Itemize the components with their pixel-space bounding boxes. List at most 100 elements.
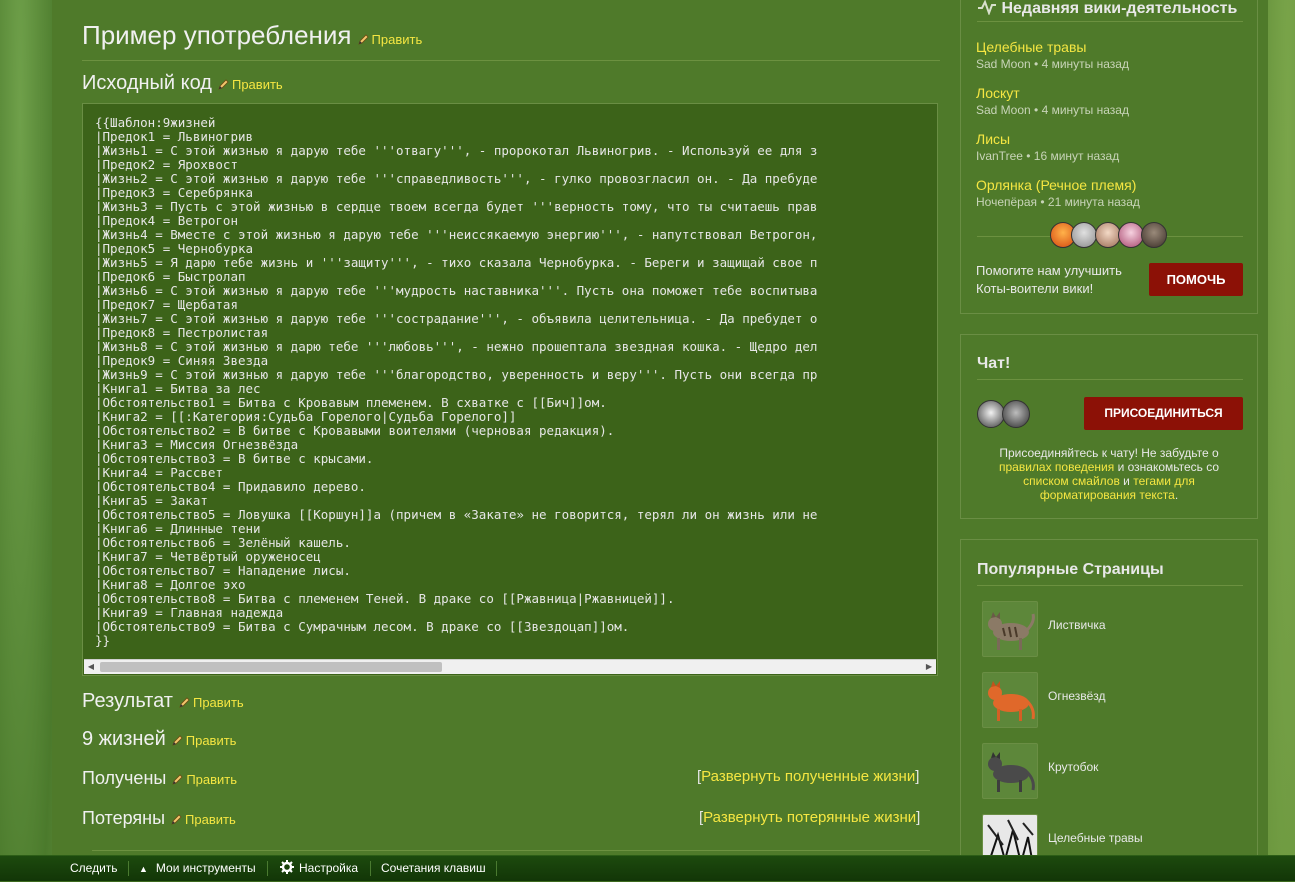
popular-thumbnail[interactable] [982, 672, 1038, 728]
bracket: ] [915, 768, 920, 785]
avatar[interactable] [1071, 222, 1097, 248]
my-tools-label: Мои инструменты [155, 861, 256, 875]
chat-user-avatar[interactable] [1002, 400, 1030, 428]
toolbar-separator [370, 861, 371, 876]
gear-icon [280, 860, 294, 874]
smileys-link[interactable]: списком смайлов [1023, 474, 1120, 488]
chat-title: Чат! [977, 355, 1011, 372]
module-divider [977, 379, 1243, 380]
code-line: |Книга8 = Долгое эхо [95, 578, 246, 592]
code-lines: {{Шаблон:9жизней |Предок1 = Львиногрив |Жи… [95, 116, 935, 661]
popular-page-link[interactable]: Листвичка [1048, 618, 1106, 632]
popular-title: Популярные Страницы [977, 561, 1164, 578]
edit-link[interactable]: Править [179, 695, 244, 710]
expand-lost-link[interactable]: Развернуть потерянные жизни [703, 809, 916, 826]
activity-item-link[interactable]: Лоскут [976, 85, 1020, 101]
pencil-icon [179, 697, 190, 708]
section-heading-result: Результат Править [82, 690, 244, 713]
code-line: |Жизнь5 = Я дарю тебе жизнь и '''защиту'… [95, 256, 818, 270]
chat-desc-text: Присоединяйтесь к чату! Не забудьте о [999, 446, 1219, 460]
help-button[interactable]: ПОМОЧЬ [1149, 263, 1243, 296]
activity-item-link[interactable]: Целебные травы [976, 39, 1086, 55]
toolbar-separator [267, 861, 268, 876]
scrollbar-thumb[interactable] [100, 662, 442, 672]
code-line: |Предок3 = Серебрянка [95, 186, 254, 200]
code-line: |Жизнь1 = С этой жизнью я дарую тебе '''… [95, 144, 818, 158]
section-heading-lost: Потеряны Править [82, 808, 236, 829]
code-line: }} [95, 634, 111, 648]
section-heading-received: Получены Править [82, 768, 237, 789]
popular-page-link[interactable]: Крутобок [1048, 760, 1098, 774]
code-line: |Предок8 = Пестролистая [95, 326, 269, 340]
edit-label: Править [186, 772, 238, 787]
popular-thumbnail[interactable] [982, 743, 1038, 799]
keyboard-shortcuts-button[interactable]: Сочетания клавиш [381, 856, 486, 881]
code-line: |Предок6 = Быстролап [95, 270, 246, 284]
section-title: Потеряны [82, 808, 166, 828]
code-line: |Жизнь9 = С этой жизнью я дарую тебе '''… [95, 368, 818, 382]
code-line: |Обстоятельство9 = Битва с Сумрачным лес… [95, 620, 630, 634]
rules-link[interactable]: правилах поведения [999, 460, 1114, 474]
module-divider [977, 585, 1243, 586]
expand-received-link[interactable]: Развернуть полученные жизни [701, 768, 915, 785]
chat-user-avatar[interactable] [977, 400, 1005, 428]
code-line: |Жизнь3 = Пусть с этой жизнью в сердце т… [95, 200, 818, 214]
code-line: |Обстоятельство8 = Битва с племенем Тене… [95, 592, 675, 606]
edit-label: Править [371, 32, 423, 47]
activity-item-meta: Sad Moon • 4 минуты назад [976, 57, 1129, 71]
pencil-icon [172, 774, 183, 785]
code-line: |Предок5 = Чернобурка [95, 242, 254, 256]
edit-link[interactable]: Править [172, 733, 236, 748]
chat-desc-text: и [1119, 474, 1134, 488]
forest-background-right [1268, 0, 1295, 880]
edit-link[interactable]: Править [357, 32, 423, 47]
edit-link[interactable]: Править [171, 812, 236, 827]
section-title: Результат [82, 690, 173, 712]
edit-label: Править [231, 77, 283, 92]
forest-background-left [0, 0, 52, 880]
edit-link[interactable]: Править [172, 772, 237, 787]
bottom-toolbar: Следить ▲ Мои инструменты Настройка Сочет… [0, 855, 1295, 881]
popular-page-link[interactable]: Огнезвёзд [1048, 689, 1106, 703]
code-line: |Жизнь8 = С этой жизнью я дарю тебе '''л… [95, 340, 818, 354]
source-code-block[interactable]: {{Шаблон:9жизней |Предок1 = Львиногрив |Жи… [82, 103, 938, 676]
follow-button[interactable]: Следить [70, 856, 118, 881]
join-chat-button[interactable]: ПРИСОЕДИНИТЬСЯ [1084, 397, 1243, 430]
heading-divider [82, 60, 940, 61]
toolbar-separator [128, 861, 129, 876]
code-line: |Обстоятельство6 = Зелёный кашель. [95, 536, 351, 550]
my-tools-button[interactable]: ▲ Мои инструменты [139, 856, 256, 881]
code-line: |Книга9 = Главная надежда [95, 606, 284, 620]
avatar[interactable] [1141, 222, 1167, 248]
activity-item-link[interactable]: Орлянка (Речное племя) [976, 177, 1136, 193]
popular-thumbnail[interactable] [982, 601, 1038, 657]
activity-item-meta: Sad Moon • 4 минуты назад [976, 103, 1129, 117]
pencil-icon [171, 814, 182, 825]
content-divider [92, 850, 930, 851]
horizontal-scrollbar[interactable]: ◀ ▶ [84, 659, 936, 674]
toolbar-separator [496, 861, 497, 876]
activity-title: Недавняя вики-деятельность [977, 0, 1237, 18]
code-line: |Обстоятельство7 = Нападение лисы. [95, 564, 351, 578]
edit-label: Править [192, 695, 244, 710]
code-line: |Книга6 = Длинные тени [95, 522, 261, 536]
cat-thumbnail-icon [988, 612, 1035, 650]
chat-desc-text: и ознакомьтесь со [1114, 460, 1220, 474]
code-line: |Предок1 = Львиногрив [95, 130, 254, 144]
code-line: |Предок2 = Ярохвост [95, 158, 238, 172]
arrow-right-icon[interactable]: ▶ [922, 660, 936, 674]
expand-lost-toggle: [Развернуть потерянные жизни] [699, 809, 920, 826]
caret-up-icon: ▲ [139, 864, 148, 874]
code-line: |Жизнь6 = С этой жизнью я дарую тебе '''… [95, 284, 818, 298]
code-line: |Обстоятельство3 = В битве с крысами. [95, 452, 374, 466]
activity-item-link[interactable]: Лисы [976, 131, 1010, 147]
section-heading-usage: Пример употребления Править [82, 20, 422, 51]
section-title: Получены [82, 768, 167, 788]
arrow-left-icon[interactable]: ◀ [84, 660, 98, 674]
edit-link[interactable]: Править [218, 77, 283, 92]
popular-page-link[interactable]: Целебные травы [1048, 831, 1143, 845]
code-line: {{Шаблон:9жизней [95, 116, 216, 130]
activity-item-meta: IvanTree • 16 минут назад [976, 149, 1120, 163]
pencil-icon [172, 735, 183, 746]
settings-button[interactable]: Настройка [280, 856, 358, 881]
